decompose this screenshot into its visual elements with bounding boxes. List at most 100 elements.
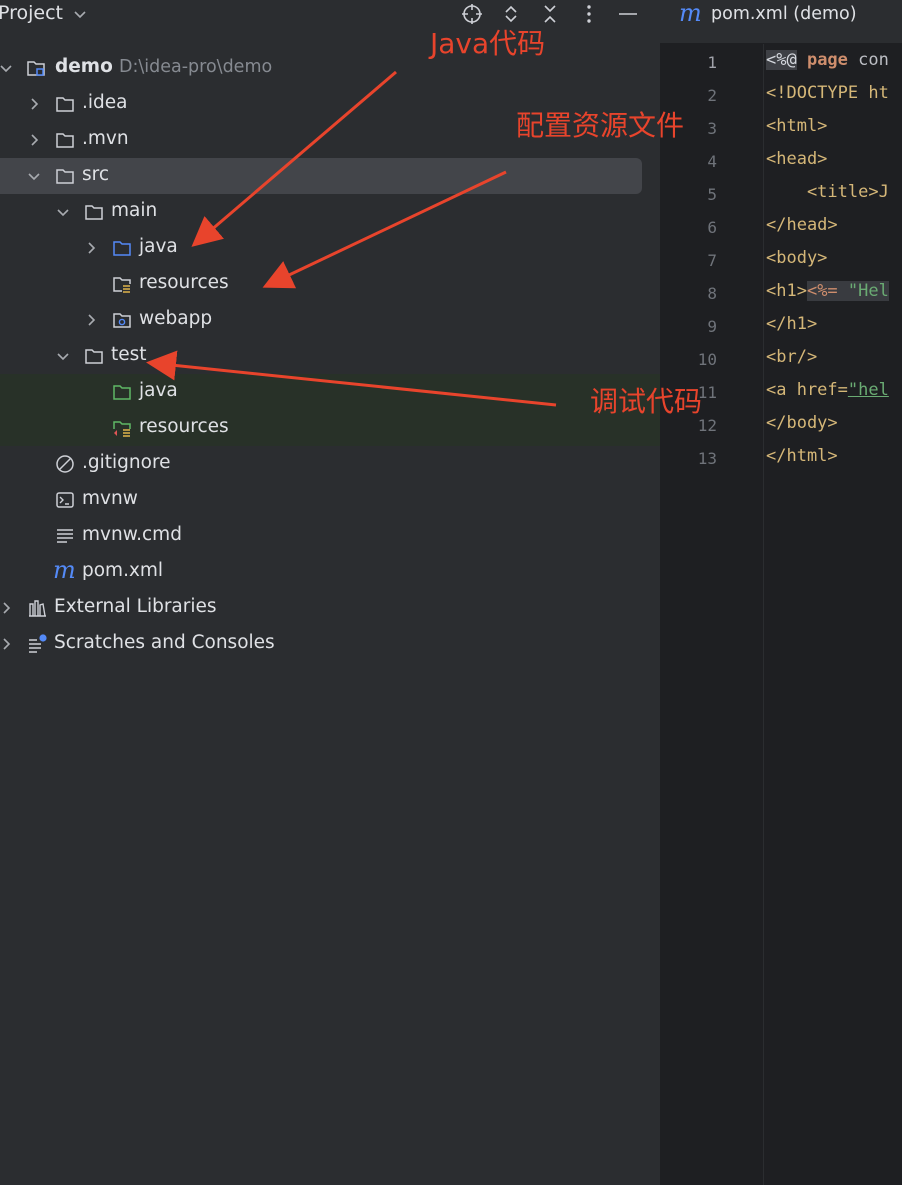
chevron-right-icon[interactable] bbox=[83, 312, 99, 328]
tree-node-demo[interactable]: demo D:\idea-pro\demo bbox=[0, 50, 660, 86]
code-line[interactable]: <a href="hel bbox=[766, 380, 889, 400]
tree-node-label: .gitignore bbox=[82, 452, 171, 473]
tree-node-scratches[interactable]: Scratches and Consoles bbox=[0, 626, 660, 662]
editor-tab-label: pom.xml (demo) bbox=[711, 4, 857, 24]
folder-icon bbox=[56, 133, 74, 148]
tree-node-label: demo bbox=[55, 56, 113, 77]
code-token: <html> bbox=[766, 116, 828, 136]
chevron-right-icon[interactable] bbox=[26, 96, 42, 112]
line-number: 4 bbox=[707, 152, 717, 171]
tree-node-label: mvnw.cmd bbox=[82, 524, 182, 545]
maven-m-icon: m bbox=[679, 0, 702, 27]
code-line[interactable]: <br/> bbox=[766, 347, 817, 367]
chevron-down-icon[interactable] bbox=[55, 348, 71, 364]
tree-node-test[interactable]: test bbox=[0, 338, 660, 374]
folder-icon bbox=[56, 169, 74, 184]
tree-node-external-libraries[interactable]: External Libraries bbox=[0, 590, 660, 626]
tree-node-main-resources[interactable]: resources bbox=[0, 266, 660, 302]
chevron-down-icon[interactable] bbox=[55, 204, 71, 220]
editor-tab-pom[interactable]: m pom.xml (demo) bbox=[660, 0, 902, 43]
scratches-icon bbox=[29, 634, 47, 653]
module-folder-icon bbox=[27, 61, 45, 76]
code-token: "hel bbox=[847, 380, 889, 400]
code-token: page bbox=[796, 50, 848, 70]
folder-icon bbox=[56, 97, 74, 112]
tree-node-pom[interactable]: m pom.xml bbox=[0, 554, 660, 590]
folder-icon bbox=[85, 205, 103, 220]
code-line[interactable]: </h1> bbox=[766, 314, 817, 334]
text-file-icon bbox=[57, 529, 73, 543]
resources-folder-icon bbox=[113, 277, 131, 293]
line-number: 8 bbox=[707, 284, 717, 303]
test-source-folder-icon bbox=[113, 385, 131, 400]
code-line[interactable]: <head> bbox=[766, 149, 827, 169]
tree-node-label: .idea bbox=[82, 92, 128, 113]
code-token: <title>J bbox=[766, 182, 889, 202]
line-number: 2 bbox=[707, 86, 717, 105]
ignore-file-icon bbox=[56, 455, 74, 473]
line-number-gutter: 1 2 3 4 5 6 7 8 9 10 11 12 13 bbox=[660, 44, 764, 1185]
line-number: 9 bbox=[707, 317, 717, 336]
chevron-down-icon[interactable] bbox=[72, 6, 88, 22]
code-token: </h1> bbox=[766, 314, 818, 334]
tree-node-mvnw-cmd[interactable]: mvnw.cmd bbox=[0, 518, 660, 554]
tree-node-label: resources bbox=[139, 416, 229, 437]
source-folder-icon bbox=[113, 241, 131, 256]
code-token: <body> bbox=[766, 248, 828, 268]
test-resources-folder-icon bbox=[113, 421, 131, 438]
tree-node-test-resources[interactable]: resources bbox=[0, 410, 660, 446]
code-line[interactable]: <!DOCTYPE ht bbox=[766, 83, 889, 103]
maven-m-icon: m bbox=[53, 556, 76, 584]
line-number: 10 bbox=[697, 350, 717, 369]
line-number: 5 bbox=[707, 185, 717, 204]
tree-node-label: src bbox=[82, 164, 110, 185]
tree-node-test-java[interactable]: java bbox=[0, 374, 660, 410]
code-line[interactable]: </head> bbox=[766, 215, 838, 235]
code-line[interactable]: <%@ page con bbox=[766, 50, 889, 70]
code-line[interactable]: <html> bbox=[766, 116, 827, 136]
tree-node-label: Scratches and Consoles bbox=[54, 632, 275, 653]
chevron-down-icon[interactable] bbox=[0, 60, 14, 76]
folder-icon bbox=[85, 349, 103, 364]
code-line[interactable]: </body> bbox=[766, 413, 838, 433]
tree-node-webapp[interactable]: webapp bbox=[0, 302, 660, 338]
code-line[interactable]: </html> bbox=[766, 446, 838, 466]
code-token: <!DOCTYPE ht bbox=[766, 83, 889, 103]
code-line[interactable]: <h1><%= "Hel bbox=[766, 281, 889, 301]
code-token: </html> bbox=[766, 446, 838, 466]
tree-node-gitignore[interactable]: .gitignore bbox=[0, 446, 660, 482]
annotation-test-code: 调试代码 bbox=[590, 385, 703, 418]
code-line[interactable]: <body> bbox=[766, 248, 827, 268]
project-panel-header: Project bbox=[0, 0, 660, 30]
chevron-right-icon[interactable] bbox=[83, 240, 99, 256]
tree-node-label: webapp bbox=[139, 308, 213, 329]
code-token: <%@ bbox=[766, 50, 797, 70]
tree-node-label: .mvn bbox=[82, 128, 129, 149]
code-token: con bbox=[847, 50, 889, 70]
tree-node-label: resources bbox=[139, 272, 229, 293]
chevron-right-icon[interactable] bbox=[0, 600, 14, 616]
chevron-down-icon[interactable] bbox=[26, 168, 42, 184]
chevron-right-icon[interactable] bbox=[0, 636, 14, 652]
code-token: </head> bbox=[766, 215, 838, 235]
more-options-icon[interactable] bbox=[577, 2, 601, 26]
tree-node-label: pom.xml bbox=[82, 560, 164, 581]
tree-node-label: java bbox=[139, 380, 178, 401]
tree-node-label: External Libraries bbox=[54, 596, 217, 617]
tree-node-label: test bbox=[111, 344, 147, 365]
code-token: </body> bbox=[766, 413, 838, 433]
tree-node-mvnw[interactable]: mvnw bbox=[0, 482, 660, 518]
code-token: <h1> bbox=[766, 281, 807, 301]
tree-node-src[interactable]: src bbox=[0, 158, 660, 194]
code-line[interactable]: <title>J bbox=[766, 182, 889, 202]
tree-node-label: mvnw bbox=[82, 488, 138, 509]
editor-area: m pom.xml (demo) 1 2 3 4 5 6 7 8 9 10 11… bbox=[660, 0, 902, 1185]
line-number: 1 bbox=[707, 53, 717, 72]
tree-node-main[interactable]: main bbox=[0, 194, 660, 230]
minimize-icon[interactable] bbox=[616, 2, 640, 26]
project-view-selector[interactable]: Project bbox=[0, 2, 63, 24]
tree-node-main-java[interactable]: java bbox=[0, 230, 660, 266]
chevron-right-icon[interactable] bbox=[26, 132, 42, 148]
tree-node-path: D:\idea-pro\demo bbox=[119, 57, 273, 77]
code-token: "Hel bbox=[837, 281, 889, 301]
